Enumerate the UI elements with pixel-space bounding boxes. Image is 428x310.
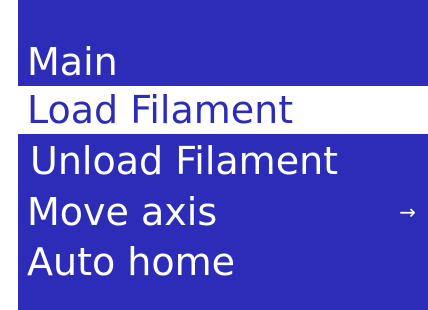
menu-item-label: Load Filament [27,88,294,132]
menu-item-label: Main [27,40,118,84]
submenu-arrow-icon: → [399,200,416,224]
menu-item-main[interactable]: Main [18,38,428,86]
menu-item-label: Unload Filament [30,139,339,183]
menu-item-auto-home[interactable]: Auto home [18,238,428,286]
menu-item-load-filament[interactable]: Load Filament [18,86,428,134]
menu-item-move-axis[interactable]: Move axis → [18,188,428,236]
menu-item-label: Move axis [27,190,218,234]
menu-item-unload-filament[interactable]: Unload Filament [18,137,428,185]
menu-item-label: Auto home [27,240,236,284]
lcd-menu-screen: Main Load Filament Unload Filament Move … [18,0,428,310]
